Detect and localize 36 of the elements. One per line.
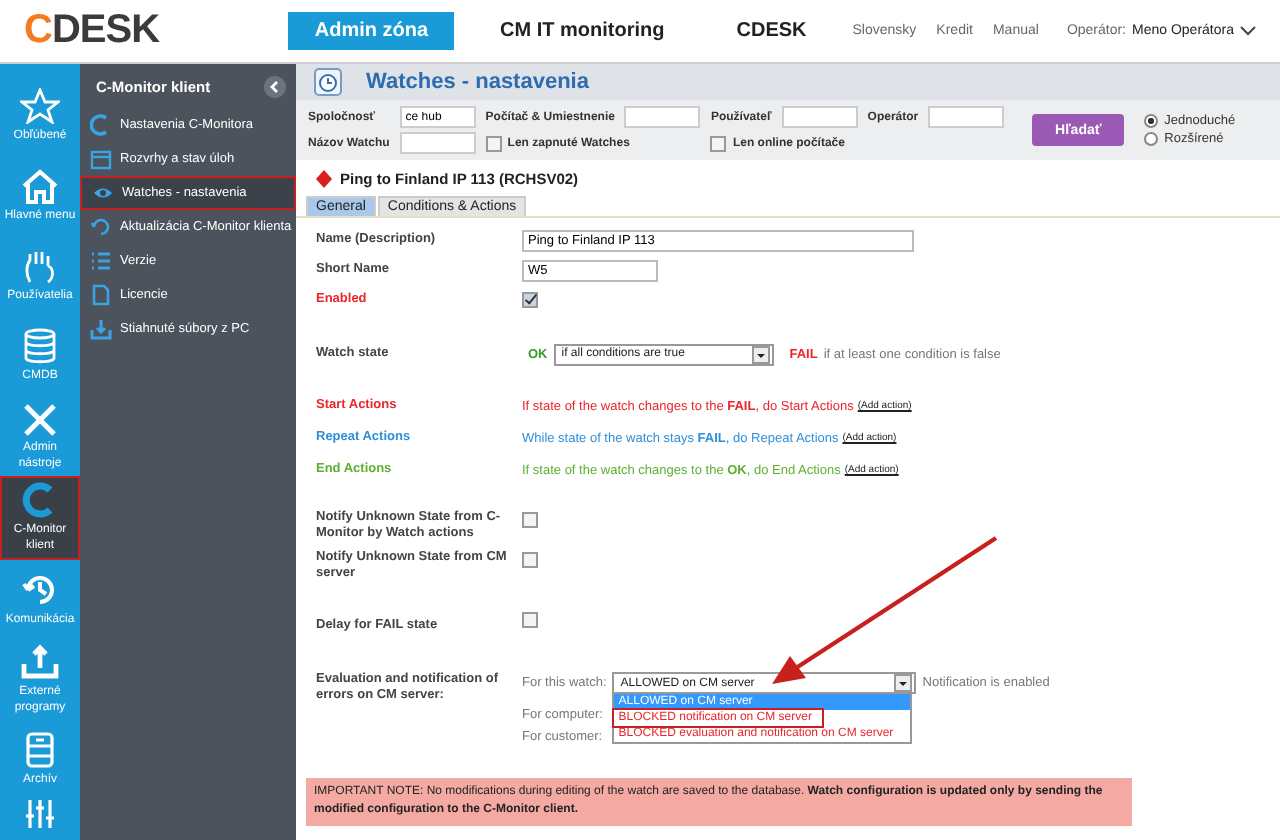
calendar-icon — [90, 148, 112, 170]
computer-field[interactable] — [624, 106, 701, 128]
operator-field[interactable] — [928, 106, 1005, 128]
nav-tab[interactable]: CDESK — [710, 12, 833, 50]
clock-icon — [314, 68, 342, 96]
document-icon — [90, 284, 112, 306]
user-field[interactable] — [781, 106, 858, 128]
letter-c-icon — [90, 114, 112, 136]
cdesk-logo[interactable]: CDESK — [0, 8, 225, 54]
list-icon — [90, 250, 112, 272]
checkbox[interactable] — [522, 552, 538, 568]
radio-button[interactable] — [1144, 114, 1159, 128]
archive-icon — [20, 731, 60, 768]
page-title: Watches - nastavenia — [366, 70, 589, 94]
chevron-down-icon[interactable] — [1240, 26, 1256, 36]
radio-button[interactable] — [1144, 132, 1159, 146]
refresh-icon — [20, 571, 60, 608]
database-icon — [20, 327, 60, 364]
upload-icon — [20, 644, 60, 681]
home-icon — [20, 167, 60, 204]
hand-icon — [20, 247, 60, 284]
enabled-checkbox[interactable] — [522, 292, 538, 308]
star-icon — [20, 87, 60, 124]
sliders-icon[interactable] — [20, 800, 60, 828]
checkbox[interactable] — [710, 135, 727, 151]
download-icon — [90, 318, 112, 340]
collapse-icon[interactable] — [264, 76, 286, 98]
dropdown-icon[interactable] — [894, 674, 913, 692]
diamond-icon — [316, 170, 332, 188]
watch-name-field[interactable] — [399, 132, 476, 154]
nav-tab[interactable]: CM IT monitoring — [474, 12, 691, 50]
checkbox[interactable] — [485, 135, 502, 151]
checkbox[interactable] — [522, 512, 538, 528]
dropdown-icon[interactable] — [751, 345, 770, 363]
checkbox[interactable] — [522, 612, 538, 628]
refresh-icon — [90, 216, 112, 238]
